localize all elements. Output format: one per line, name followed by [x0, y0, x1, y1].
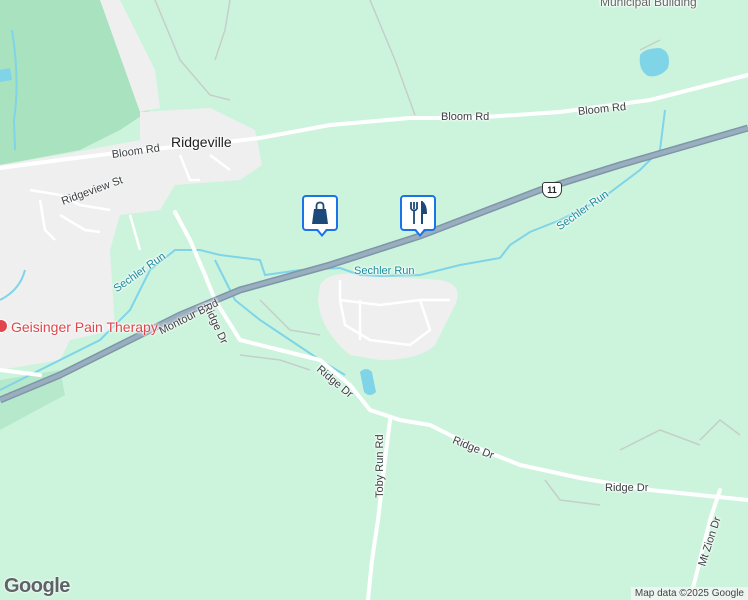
ridge-dr-label: Ridge Dr — [605, 482, 649, 494]
bloom-rd-label: Bloom Rd — [441, 111, 490, 123]
us-11-shield-icon: 11 — [542, 182, 562, 198]
map-attribution[interactable]: Map data ©2025 Google — [630, 587, 748, 600]
municipal-building-label: Municipal Building — [600, 0, 697, 9]
google-logo: Google — [4, 575, 70, 597]
restaurant-marker[interactable] — [400, 195, 436, 237]
map-base-layer — [0, 0, 748, 600]
toby-run-rd-label: Toby Run Rd — [374, 434, 386, 498]
map-canvas[interactable]: Municipal Building Bloom Rd Bloom Rd Blo… — [0, 0, 748, 600]
ridgeville-label: Ridgeville — [171, 134, 232, 150]
fork-knife-icon — [410, 201, 428, 224]
sechler-run-label: Sechler Run — [354, 265, 415, 277]
shopping-bag-icon — [312, 201, 328, 224]
geisinger-poi-label[interactable]: Geisinger Pain Therapy — [11, 319, 158, 335]
shopping-marker[interactable] — [302, 195, 338, 237]
